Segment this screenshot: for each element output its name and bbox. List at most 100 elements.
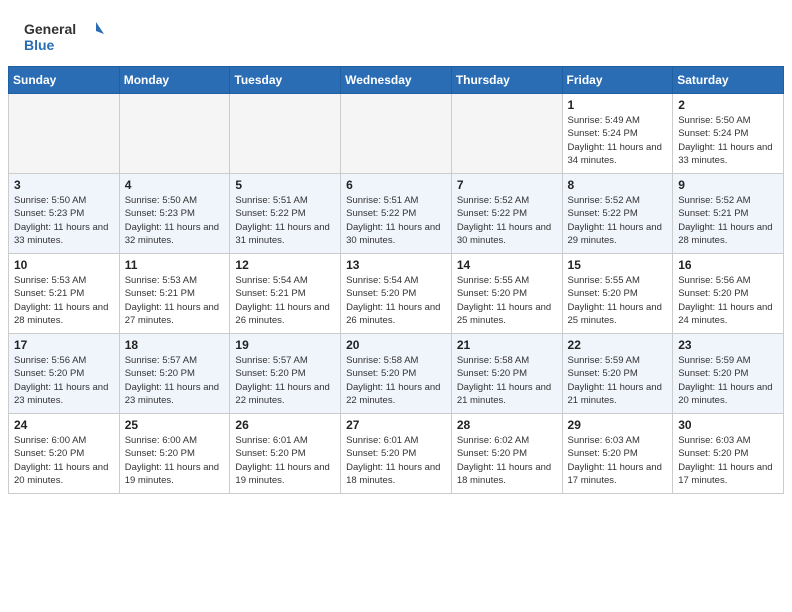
day-info: Sunrise: 5:57 AM Sunset: 5:20 PM Dayligh… [235,354,335,407]
calendar-cell: 26 Sunrise: 6:01 AM Sunset: 5:20 PM Dayli… [230,414,341,494]
day-number: 30 [678,418,778,432]
day-number: 1 [568,98,668,112]
calendar-cell [341,94,452,174]
day-number: 24 [14,418,114,432]
day-number: 4 [125,178,225,192]
calendar-cell: 6Sunrise: 5:51 AM Sunset: 5:22 PM Daylig… [341,174,452,254]
day-number: 3 [14,178,114,192]
page-header: General Blue [0,0,792,66]
day-info: Sunrise: 5:53 AM Sunset: 5:21 PM Dayligh… [125,274,225,327]
calendar-cell: 28 Sunrise: 6:02 AM Sunset: 5:20 PM Dayli… [451,414,562,494]
day-number: 5 [235,178,335,192]
day-info: Sunrise: 5:54 AM Sunset: 5:21 PM Dayligh… [235,274,335,327]
day-info: Sunrise: 5:54 AM Sunset: 5:20 PM Dayligh… [346,274,446,327]
day-info: Sunrise: 6:03 AM Sunset: 5:20 PM Dayligh… [678,434,778,487]
calendar-cell: 23 Sunrise: 5:59 AM Sunset: 5:20 PM Dayli… [673,334,784,414]
calendar-body: 1 Sunrise: 5:49 AM Sunset: 5:24 PM Daylig… [9,94,784,494]
weekday-header: Friday [562,67,673,94]
calendar-cell: 12 Sunrise: 5:54 AM Sunset: 5:21 PM Dayli… [230,254,341,334]
day-info: Sunrise: 5:52 AM Sunset: 5:22 PM Dayligh… [457,194,557,247]
calendar-cell: 2 Sunrise: 5:50 AM Sunset: 5:24 PM Daylig… [673,94,784,174]
day-number: 9 [678,178,778,192]
day-info: Sunrise: 5:57 AM Sunset: 5:20 PM Dayligh… [125,354,225,407]
day-number: 2 [678,98,778,112]
calendar-cell: 1 Sunrise: 5:49 AM Sunset: 5:24 PM Daylig… [562,94,673,174]
calendar-week-row: 3 Sunrise: 5:50 AM Sunset: 5:23 PM Daylig… [9,174,784,254]
calendar-cell: 9 Sunrise: 5:52 AM Sunset: 5:21 PM Daylig… [673,174,784,254]
day-info: Sunrise: 6:01 AM Sunset: 5:20 PM Dayligh… [235,434,335,487]
calendar-cell: 22 Sunrise: 5:59 AM Sunset: 5:20 PM Dayli… [562,334,673,414]
day-number: 13 [346,258,446,272]
calendar-cell: 19 Sunrise: 5:57 AM Sunset: 5:20 PM Dayli… [230,334,341,414]
calendar-cell: 24Sunrise: 6:00 AM Sunset: 5:20 PM Dayli… [9,414,120,494]
weekday-header: Monday [119,67,230,94]
day-info: Sunrise: 5:51 AM Sunset: 5:22 PM Dayligh… [235,194,335,247]
day-number: 29 [568,418,668,432]
day-info: Sunrise: 5:55 AM Sunset: 5:20 PM Dayligh… [568,274,668,327]
day-number: 11 [125,258,225,272]
day-number: 25 [125,418,225,432]
weekday-header: Tuesday [230,67,341,94]
day-number: 22 [568,338,668,352]
calendar-cell: 27Sunrise: 6:01 AM Sunset: 5:20 PM Dayli… [341,414,452,494]
day-info: Sunrise: 5:53 AM Sunset: 5:21 PM Dayligh… [14,274,114,327]
day-number: 15 [568,258,668,272]
day-info: Sunrise: 5:52 AM Sunset: 5:21 PM Dayligh… [678,194,778,247]
day-info: Sunrise: 5:50 AM Sunset: 5:23 PM Dayligh… [125,194,225,247]
calendar-cell: 20 Sunrise: 5:58 AM Sunset: 5:20 PM Dayli… [341,334,452,414]
day-number: 6 [346,178,446,192]
day-number: 26 [235,418,335,432]
day-info: Sunrise: 5:56 AM Sunset: 5:20 PM Dayligh… [678,274,778,327]
day-number: 14 [457,258,557,272]
calendar-cell: 13 Sunrise: 5:54 AM Sunset: 5:20 PM Dayli… [341,254,452,334]
logo-svg: General Blue [24,18,104,56]
calendar-cell: 17 Sunrise: 5:56 AM Sunset: 5:20 PM Dayli… [9,334,120,414]
day-info: Sunrise: 5:56 AM Sunset: 5:20 PM Dayligh… [14,354,114,407]
day-info: Sunrise: 5:58 AM Sunset: 5:20 PM Dayligh… [346,354,446,407]
day-number: 23 [678,338,778,352]
day-number: 28 [457,418,557,432]
calendar-cell: 11 Sunrise: 5:53 AM Sunset: 5:21 PM Dayli… [119,254,230,334]
calendar-wrapper: SundayMondayTuesdayWednesdayThursdayFrid… [0,66,792,502]
day-info: Sunrise: 5:58 AM Sunset: 5:20 PM Dayligh… [457,354,557,407]
calendar-cell: 7 Sunrise: 5:52 AM Sunset: 5:22 PM Daylig… [451,174,562,254]
day-number: 10 [14,258,114,272]
calendar-cell [119,94,230,174]
day-info: Sunrise: 5:59 AM Sunset: 5:20 PM Dayligh… [568,354,668,407]
day-number: 7 [457,178,557,192]
calendar-cell: 5 Sunrise: 5:51 AM Sunset: 5:22 PM Daylig… [230,174,341,254]
logo: General Blue [24,18,104,56]
calendar-cell: 3 Sunrise: 5:50 AM Sunset: 5:23 PM Daylig… [9,174,120,254]
calendar-cell: 21 Sunrise: 5:58 AM Sunset: 5:20 PM Dayli… [451,334,562,414]
calendar-cell [451,94,562,174]
calendar-cell: 10 Sunrise: 5:53 AM Sunset: 5:21 PM Dayli… [9,254,120,334]
day-number: 21 [457,338,557,352]
svg-text:General: General [24,21,76,37]
weekday-row: SundayMondayTuesdayWednesdayThursdayFrid… [9,67,784,94]
day-info: Sunrise: 5:50 AM Sunset: 5:24 PM Dayligh… [678,114,778,167]
weekday-header: Sunday [9,67,120,94]
day-info: Sunrise: 6:02 AM Sunset: 5:20 PM Dayligh… [457,434,557,487]
calendar-header: SundayMondayTuesdayWednesdayThursdayFrid… [9,67,784,94]
day-number: 8 [568,178,668,192]
day-info: Sunrise: 5:49 AM Sunset: 5:24 PM Dayligh… [568,114,668,167]
calendar-cell: 18 Sunrise: 5:57 AM Sunset: 5:20 PM Dayli… [119,334,230,414]
day-number: 19 [235,338,335,352]
calendar-cell: 8Sunrise: 5:52 AM Sunset: 5:22 PM Daylig… [562,174,673,254]
day-number: 27 [346,418,446,432]
day-number: 12 [235,258,335,272]
day-number: 20 [346,338,446,352]
calendar-cell: 16Sunrise: 5:56 AM Sunset: 5:20 PM Dayli… [673,254,784,334]
day-info: Sunrise: 5:50 AM Sunset: 5:23 PM Dayligh… [14,194,114,247]
calendar-cell [9,94,120,174]
calendar-cell: 30 Sunrise: 6:03 AM Sunset: 5:20 PM Dayli… [673,414,784,494]
calendar-week-row: 1 Sunrise: 5:49 AM Sunset: 5:24 PM Daylig… [9,94,784,174]
day-info: Sunrise: 6:00 AM Sunset: 5:20 PM Dayligh… [125,434,225,487]
calendar-cell: 15 Sunrise: 5:55 AM Sunset: 5:20 PM Dayli… [562,254,673,334]
calendar-cell: 29Sunrise: 6:03 AM Sunset: 5:20 PM Dayli… [562,414,673,494]
calendar-cell [230,94,341,174]
day-number: 18 [125,338,225,352]
day-info: Sunrise: 5:59 AM Sunset: 5:20 PM Dayligh… [678,354,778,407]
calendar-week-row: 17 Sunrise: 5:56 AM Sunset: 5:20 PM Dayli… [9,334,784,414]
day-number: 17 [14,338,114,352]
